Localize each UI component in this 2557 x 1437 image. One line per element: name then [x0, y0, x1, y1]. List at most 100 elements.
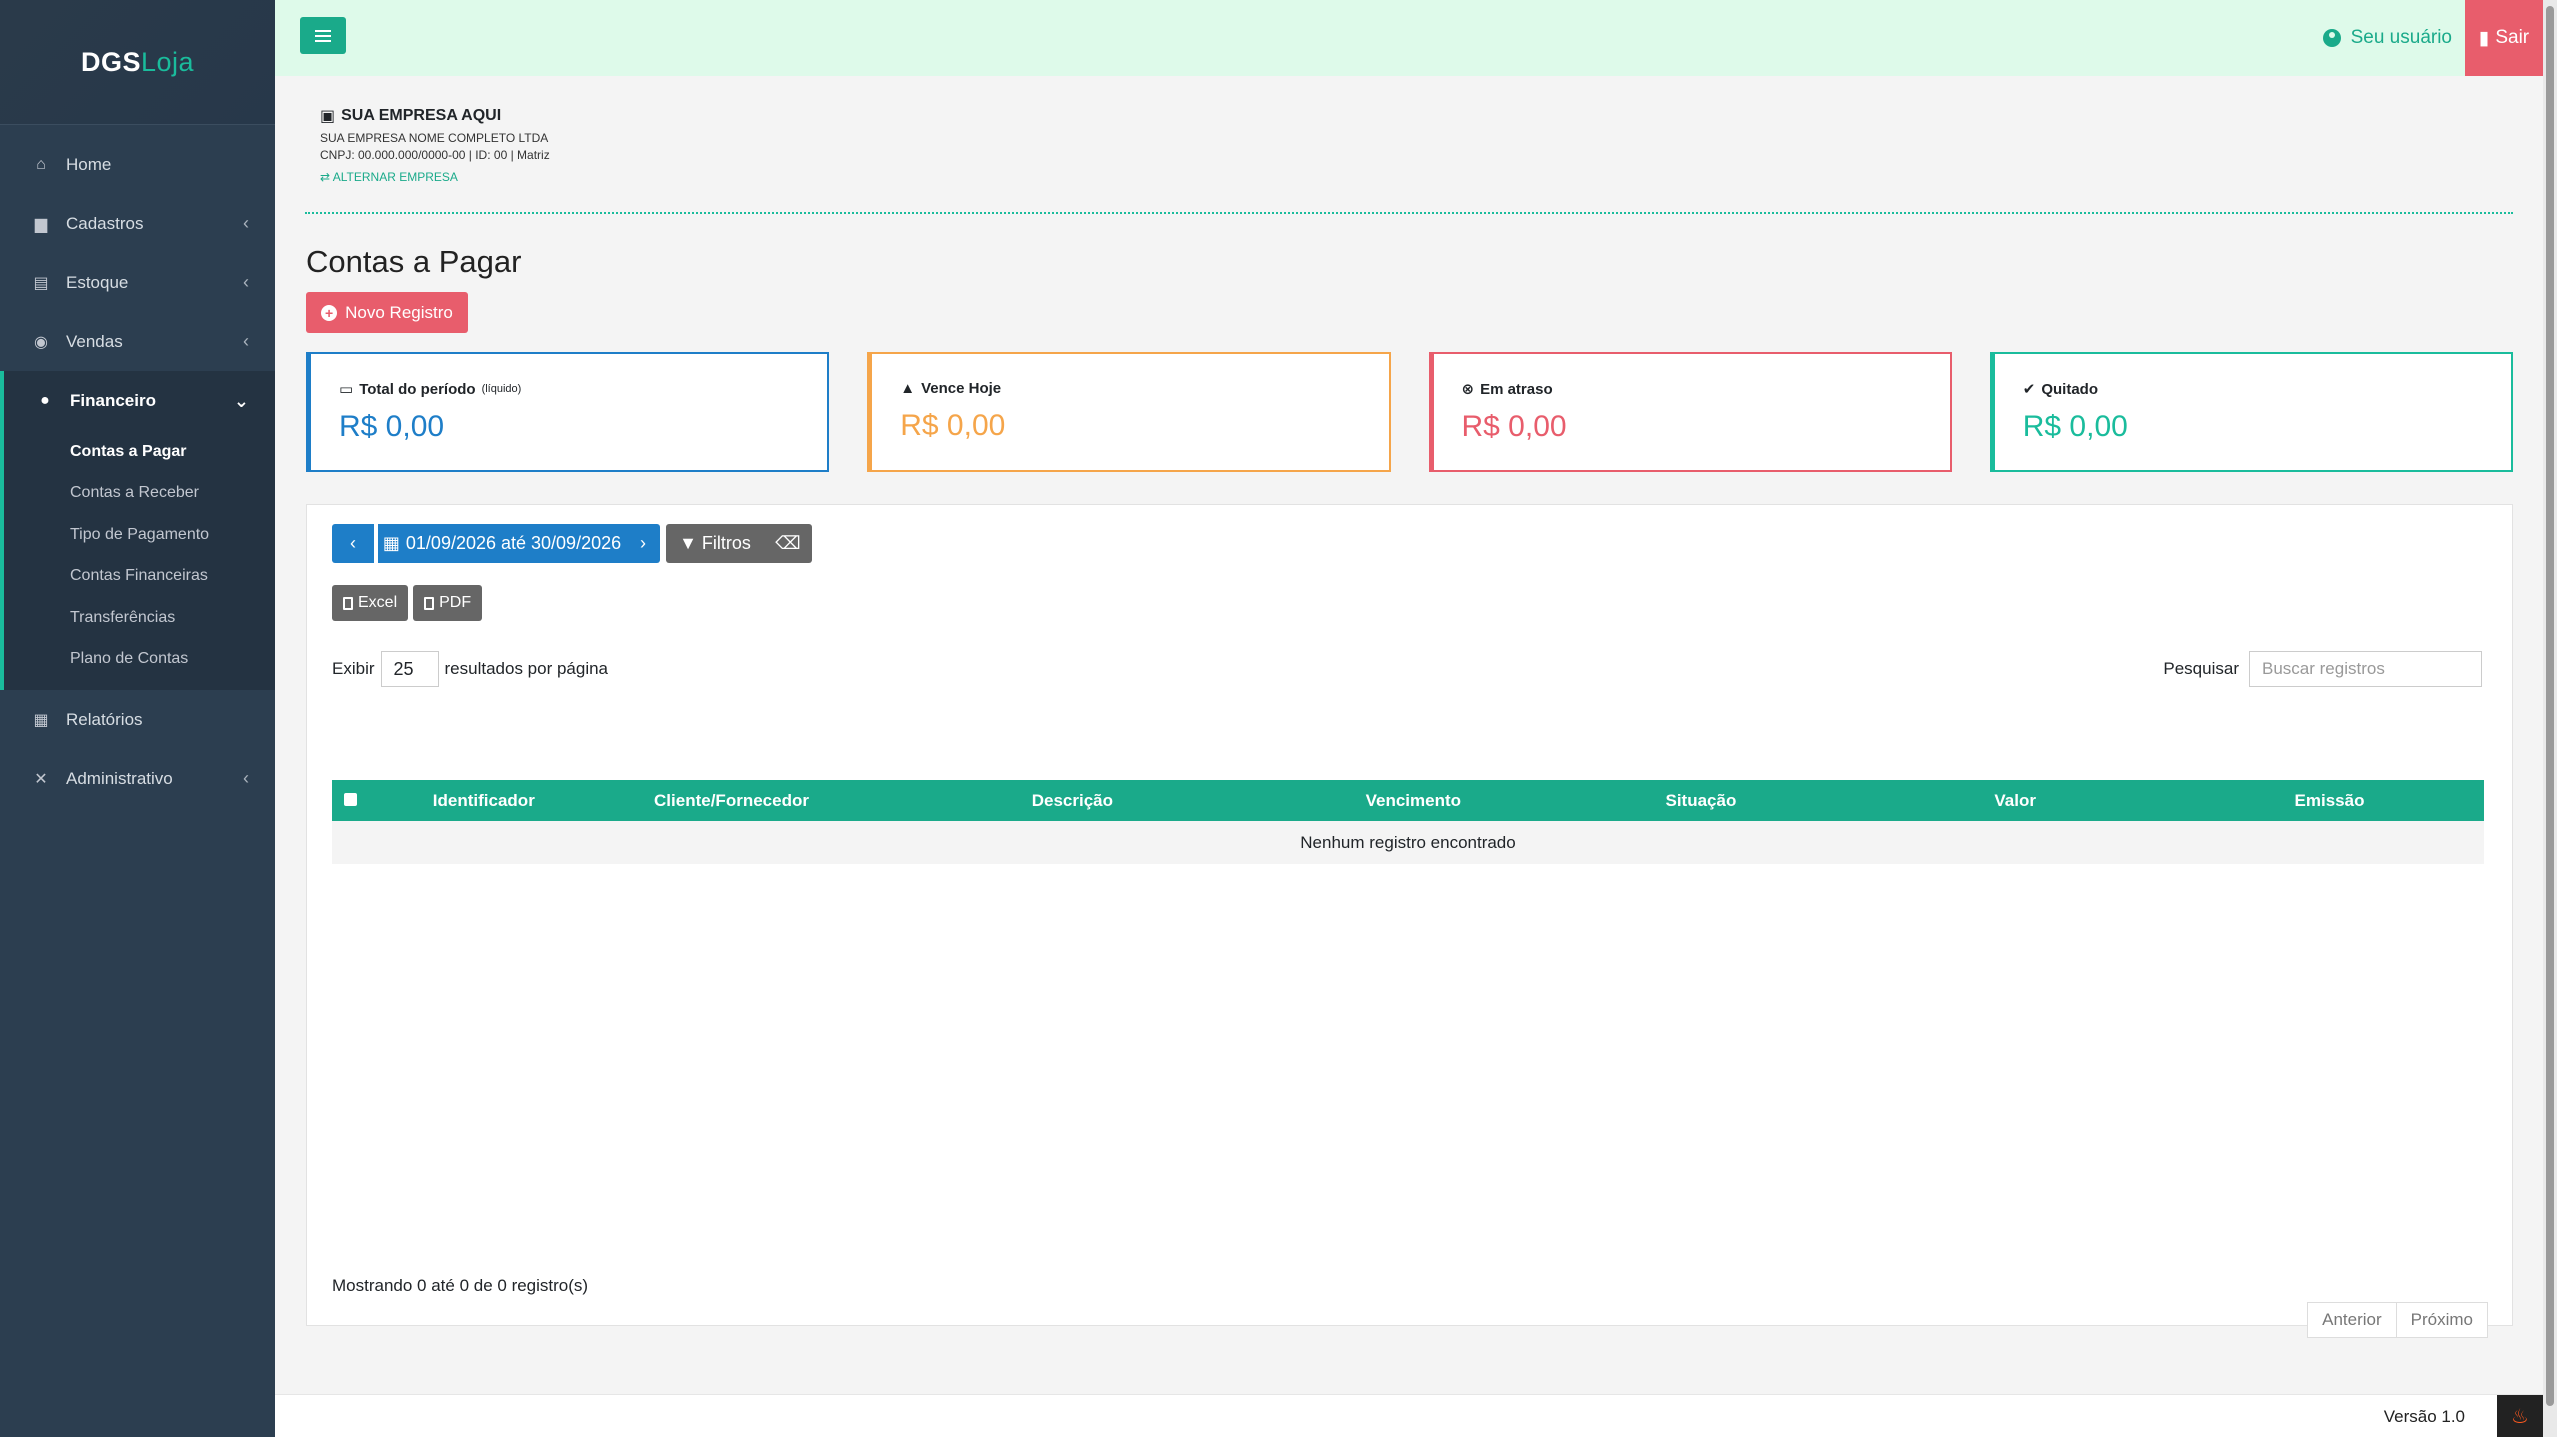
card-title-text: Total do período [359, 380, 476, 398]
submenu-item-contas-a-pagar[interactable]: Contas a Pagar [4, 431, 275, 473]
column-header-emissao[interactable]: Emissão [2175, 780, 2484, 821]
card-title: ⊗ Em atraso [1461, 380, 1950, 399]
card-value: R$ 0,00 [339, 410, 445, 443]
menu-toggle-button[interactable] [300, 17, 346, 54]
page-length-select[interactable]: 25 [380, 651, 439, 687]
submenu-item-plano-de-contas[interactable]: Plano de Contas [4, 639, 275, 681]
column-header-identificador[interactable]: Identificador [369, 780, 599, 821]
column-header-descricao[interactable]: Descrição [864, 780, 1281, 821]
user-circle-icon [2322, 29, 2341, 47]
previous-page-button[interactable]: Anterior [2307, 1302, 2397, 1338]
export-excel-button[interactable]: Excel [332, 585, 409, 621]
length-prefix: Exibir [332, 659, 375, 678]
check-circle-icon: ✔ [2022, 381, 2036, 398]
shuffle-icon: ⇄ [320, 170, 331, 184]
filters-button[interactable]: ▼ Filtros [666, 524, 764, 563]
card-em-atraso: ⊗ Em atraso R$ 0,00 [1428, 352, 1952, 472]
table-row: Nenhum registro encontrado [332, 821, 2484, 864]
sidebar-item-label: Financeiro [70, 391, 156, 410]
export-pdf-button[interactable]: PDF [413, 585, 483, 621]
page-length-control: Exibir 25 resultados por página [332, 651, 608, 687]
page-scrollbar[interactable] [2543, 0, 2557, 1437]
store-icon: ▣ [320, 108, 336, 125]
records-table: Identificador Cliente/Fornecedor Descriç… [332, 780, 2484, 864]
date-range-label: 01/09/2026 até 30/09/2026 [405, 533, 622, 553]
next-period-button[interactable]: › [626, 524, 660, 563]
sidebar-item-cadastros[interactable]: ▆ Cadastros ‹ [0, 194, 275, 253]
folder-icon: ▆ [34, 215, 48, 233]
topbar: Seu usuário ▮ Sair [275, 0, 2557, 76]
logout-button[interactable]: ▮ Sair [2465, 0, 2543, 76]
chevron-left-icon: ‹ [243, 213, 249, 233]
company-name: ▣ SUA EMPRESA AQUI [320, 106, 550, 126]
sidebar-item-administrativo[interactable]: ✕ Administrativo ‹ [0, 749, 275, 808]
export-excel-label: Excel [358, 594, 398, 611]
new-record-button[interactable]: + Novo Registro [306, 292, 468, 333]
card-vence-hoje: ▲ Vence Hoje R$ 0,00 [867, 352, 1391, 472]
company-details: CNPJ: 00.000.000/0000-00 | ID: 00 | Matr… [320, 148, 550, 162]
chevron-right-icon: › [640, 533, 646, 553]
chevron-left-icon: ‹ [243, 768, 249, 788]
file-pdf-icon [424, 596, 435, 610]
length-suffix: resultados por página [444, 659, 609, 678]
sidebar-item-estoque[interactable]: ▤ Estoque ‹ [0, 253, 275, 312]
sidebar-item-home[interactable]: ⌂ Home [0, 135, 275, 194]
column-header-cliente-fornecedor[interactable]: Cliente/Fornecedor [598, 780, 865, 821]
company-full-name: SUA EMPRESA NOME COMPLETO LTDA [320, 131, 549, 145]
main-content: ▣ SUA EMPRESA AQUI SUA EMPRESA NOME COMP… [275, 76, 2543, 1437]
sidebar-item-relatorios[interactable]: ▦ Relatórios [0, 690, 275, 749]
times-circle-icon: ⊗ [1461, 381, 1475, 398]
calendar-icon: ▦ [382, 533, 400, 553]
column-header-vencimento[interactable]: Vencimento [1280, 780, 1547, 821]
submenu-item-transferencias[interactable]: Transferências [4, 597, 275, 639]
door-icon: ▮ [2478, 27, 2490, 49]
financeiro-submenu: Contas a Pagar Contas a Receber Tipo de … [0, 431, 275, 690]
submenu-item-tipo-de-pagamento[interactable]: Tipo de Pagamento [4, 514, 275, 556]
search-label: Pesquisar [2163, 659, 2239, 678]
export-group: Excel PDF [332, 585, 483, 621]
home-icon: ⌂ [36, 155, 46, 173]
sidebar-item-label: Home [66, 154, 112, 174]
column-header-valor[interactable]: Valor [1855, 780, 2175, 821]
brand-part2: Loja [140, 46, 195, 77]
brand-logo[interactable]: DGS Loja [0, 0, 275, 125]
select-all-header [332, 780, 370, 821]
card-value: R$ 0,00 [900, 409, 1006, 442]
switch-company-link[interactable]: ⇄ ALTERNAR EMPRESA [320, 170, 550, 184]
pagination: Anterior Próximo [2307, 1302, 2488, 1338]
clear-filters-button[interactable]: ⌫ [764, 524, 812, 563]
empty-table-message: Nenhum registro encontrado [332, 821, 2484, 864]
file-icon [343, 596, 353, 610]
select-all-checkbox[interactable] [344, 792, 358, 806]
sidebar-item-label: Relatórios [66, 709, 143, 729]
hamburger-icon [315, 34, 331, 37]
column-header-situacao[interactable]: Situação [1546, 780, 1856, 821]
sidebar-item-label: Cadastros [66, 213, 144, 233]
card-title-text: Em atraso [1480, 380, 1553, 398]
backspace-icon: ⌫ [775, 533, 801, 553]
table-icon: ▦ [33, 711, 49, 729]
filters-label: Filtros [701, 533, 751, 553]
sidebar-item-financeiro[interactable]: ● Financeiro ⌄ [0, 371, 275, 431]
chevron-left-icon: ‹ [243, 331, 249, 351]
tools-icon: ✕ [34, 770, 48, 788]
new-record-label: Novo Registro [345, 302, 453, 322]
card-title-text: Vence Hoje [921, 380, 1002, 397]
sidebar-item-label: Vendas [66, 331, 123, 351]
sidebar-item-vendas[interactable]: ◉ Vendas ‹ [0, 312, 275, 371]
search-input[interactable] [2249, 651, 2482, 687]
warning-icon: ▲ [900, 380, 916, 397]
scrollbar-thumb[interactable] [2546, 6, 2554, 1406]
previous-period-button[interactable]: ‹ [332, 524, 374, 563]
submenu-item-contas-financeiras[interactable]: Contas Financeiras [4, 556, 275, 598]
date-filter-group: ‹ ▦ 01/09/2026 até 30/09/2026 › ▼ Filtro… [332, 524, 812, 563]
user-label: Seu usuário [2350, 27, 2452, 48]
fire-icon[interactable]: ♨ [2497, 1395, 2543, 1437]
user-menu-link[interactable]: Seu usuário [2322, 0, 2452, 76]
card-title-text: Quitado [2041, 380, 2098, 398]
sidebar: DGS Loja ⌂ Home ▆ Cadastros ‹ ▤ Estoque ‹… [0, 0, 275, 1437]
submenu-item-contas-a-receber[interactable]: Contas a Receber [4, 473, 275, 515]
date-range-button[interactable]: ▦ 01/09/2026 até 30/09/2026 [378, 524, 626, 563]
next-page-button[interactable]: Próximo [2396, 1302, 2488, 1338]
page-title: Contas a Pagar [306, 244, 522, 279]
